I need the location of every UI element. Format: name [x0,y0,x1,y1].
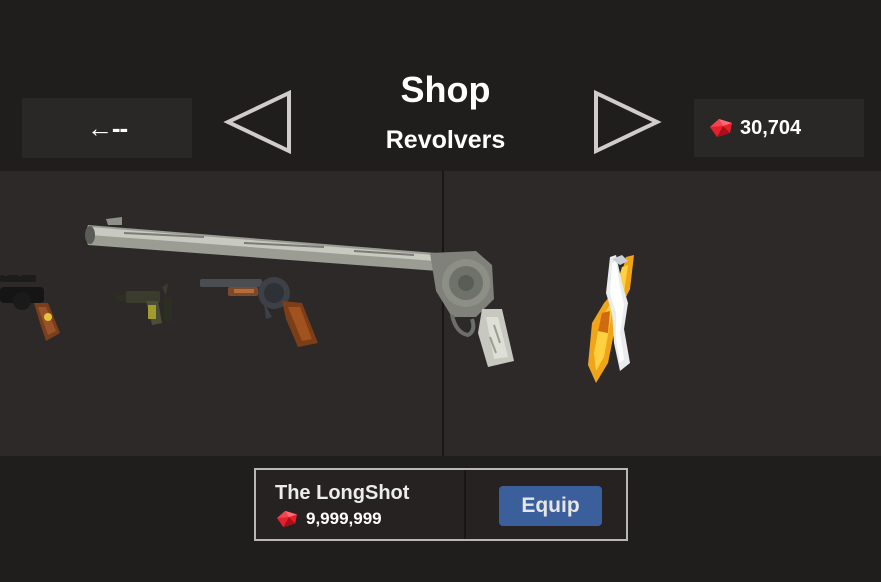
equip-button[interactable]: Equip [499,486,602,526]
next-category-arrow-icon[interactable] [592,89,662,155]
item-showcase [0,171,881,456]
item-price-row: 9,999,999 [275,509,382,529]
item-price: 9,999,999 [306,509,382,528]
currency-display: 30,704 [694,99,864,157]
flame-and-ice-pistols-item[interactable] [582,253,646,385]
currency-amount: 30,704 [740,116,802,139]
the-longshot-item[interactable] [84,213,518,369]
scoped-revolver-item[interactable] [0,267,66,343]
panel-divider [464,470,466,539]
ruby-gem-icon [710,119,732,137]
ruby-gem-icon [277,510,297,528]
selected-item-panel: The LongShot 9,999,999 Equip [254,468,628,541]
item-name: The LongShot [275,482,410,504]
